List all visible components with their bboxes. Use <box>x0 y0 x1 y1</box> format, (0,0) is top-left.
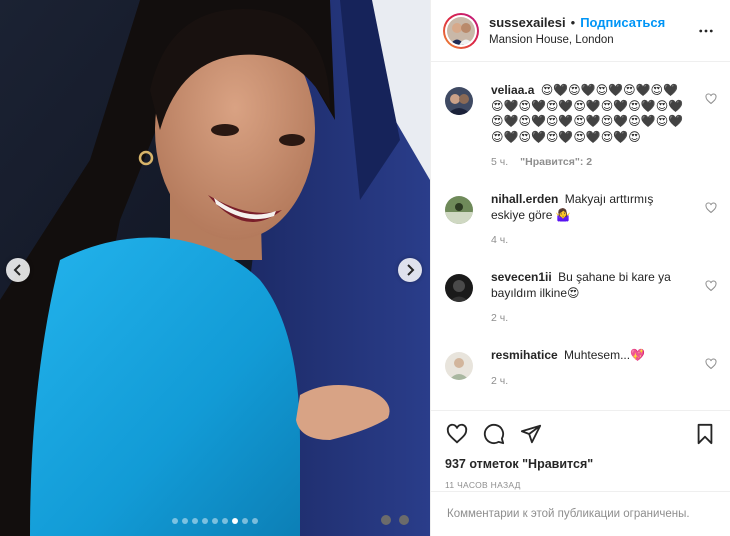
carousel-dot <box>232 518 238 524</box>
heart-outline-icon <box>705 358 717 370</box>
post-photo <box>0 0 430 536</box>
comment-bubble-icon <box>483 423 505 445</box>
post-sidebar: sussexailesi • Подписаться Mansion House… <box>430 0 730 536</box>
bookmark-icon <box>697 423 713 445</box>
commenter-avatar[interactable] <box>445 352 473 380</box>
post-timestamp[interactable]: 11 часов назад <box>445 480 717 490</box>
more-options-button[interactable] <box>694 19 718 43</box>
author-username[interactable]: sussexailesi <box>489 14 566 31</box>
carousel-dot <box>222 518 228 524</box>
heart-outline-icon <box>705 93 717 105</box>
carousel-dot <box>212 518 218 524</box>
commenter-avatar[interactable] <box>445 274 473 302</box>
instagram-post: sussexailesi • Подписаться Mansion House… <box>0 0 730 536</box>
carousel-dot <box>252 518 258 524</box>
comment-like-button[interactable] <box>705 92 717 105</box>
comment-time[interactable]: 2 ч. <box>491 374 508 390</box>
comment: resmihatice Muhtesem...💖 2 ч. <box>445 348 721 389</box>
post-location[interactable]: Mansion House, London <box>489 32 694 48</box>
carousel-dot <box>242 518 248 524</box>
comments-list: veliaa.a 😍🖤😍🖤😍🖤😍🖤😍🖤😍🖤😍🖤😍🖤😍🖤😍🖤😍🖤😍🖤😍🖤😍🖤😍🖤😍… <box>431 63 730 409</box>
comment-like-button[interactable] <box>705 357 717 370</box>
paper-plane-icon <box>520 424 542 444</box>
previous-slide-button[interactable] <box>6 258 30 282</box>
post-actions: 937 отметок "Нравится" 11 часов назад <box>431 410 730 490</box>
post-header: sussexailesi • Подписаться Mansion House… <box>431 0 730 62</box>
comment-time[interactable]: 2 ч. <box>491 311 508 327</box>
comment-username[interactable]: veliaa.a <box>491 83 534 97</box>
carousel-dot <box>182 518 188 524</box>
heart-outline-icon <box>705 202 717 214</box>
carousel-dot <box>202 518 208 524</box>
comment-like-button[interactable] <box>705 201 717 214</box>
comments-disabled-notice: Комментарии к этой публикации ограничены… <box>431 491 730 536</box>
commenter-avatar[interactable] <box>445 87 473 115</box>
share-button[interactable] <box>519 422 543 446</box>
comment-username[interactable]: nihall.erden <box>491 192 558 206</box>
author-avatar[interactable] <box>443 12 479 49</box>
likes-count[interactable]: 937 отметок "Нравится" <box>445 457 717 471</box>
comment: sevecen1ii Bu şahane bi kare ya bayıldım… <box>445 270 721 327</box>
comment: veliaa.a 😍🖤😍🖤😍🖤😍🖤😍🖤😍🖤😍🖤😍🖤😍🖤😍🖤😍🖤😍🖤😍🖤😍🖤😍🖤😍… <box>445 83 721 171</box>
comment-likes[interactable]: "Нравится": 2 <box>520 155 592 171</box>
save-button[interactable] <box>693 422 717 446</box>
carousel-dot <box>172 518 178 524</box>
carousel-dot <box>192 518 198 524</box>
next-slide-button[interactable] <box>398 258 422 282</box>
comment-text: Muhtesem...💖 <box>564 348 646 362</box>
chevron-left-icon <box>13 264 21 276</box>
chevron-right-icon <box>407 264 415 276</box>
heart-icon <box>446 423 468 444</box>
follow-button[interactable]: Подписаться <box>580 14 665 31</box>
comment-time[interactable]: 5 ч. <box>491 155 508 171</box>
separator-dot: • <box>570 14 576 30</box>
comment-like-button[interactable] <box>705 279 717 292</box>
like-button[interactable] <box>445 422 469 446</box>
comment-time[interactable]: 4 ч. <box>491 233 508 249</box>
more-horizontal-icon <box>699 29 713 32</box>
comment-username[interactable]: sevecen1ii <box>491 270 552 284</box>
comment-username[interactable]: resmihatice <box>491 348 558 362</box>
comment: nihall.erden Makyajı arttırmış eskiye gö… <box>445 192 721 249</box>
post-media[interactable] <box>0 0 430 536</box>
comment-button[interactable] <box>482 422 506 446</box>
heart-outline-icon <box>705 280 717 292</box>
carousel-indicators <box>0 518 430 524</box>
commenter-avatar[interactable] <box>445 196 473 224</box>
